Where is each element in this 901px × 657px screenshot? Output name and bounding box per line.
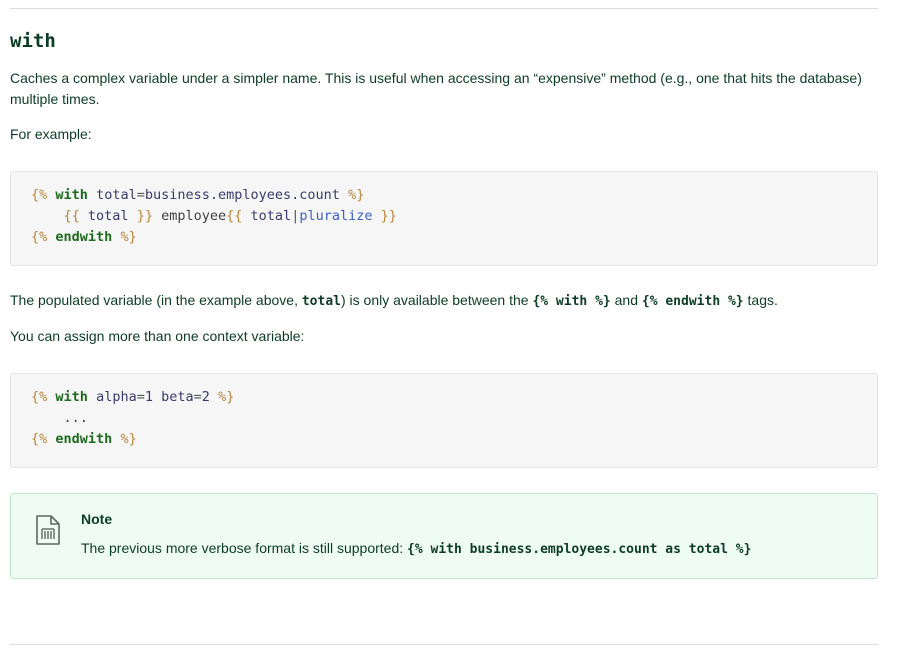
value-2: 2 xyxy=(201,389,210,405)
bottom-divider xyxy=(10,644,878,645)
populated-text-2: ) is only available between the xyxy=(341,292,533,308)
populated-text-4: tags. xyxy=(743,292,778,308)
equals-op: = xyxy=(136,187,145,203)
var-open-2: {{ xyxy=(226,208,243,224)
var-alpha: alpha xyxy=(96,389,137,405)
code-line-1: {% with total=business.employees.count %… xyxy=(31,185,364,206)
var-close-2: }} xyxy=(380,208,397,224)
note-admonition: Note The previous more verbose format is… xyxy=(10,493,878,579)
tag-close: %} xyxy=(120,431,137,447)
tag-open: {% xyxy=(31,187,48,203)
var-beta: beta xyxy=(161,389,194,405)
inline-code-total: total xyxy=(301,294,341,309)
note-inline-code: {% with business.employees.count as tota… xyxy=(407,542,752,557)
inline-code-endwith: {% endwith %} xyxy=(641,294,744,309)
tag-close: %} xyxy=(218,389,235,405)
code-block-multi-var: {% with alpha=1 beta=2 %} ... {% endwith… xyxy=(10,373,878,468)
populated-text-1: The populated variable (in the example a… xyxy=(10,292,302,308)
code-line-2: {{ total }} employee{{ total|pluralize }… xyxy=(31,206,397,227)
populated-paragraph: The populated variable (in the example a… xyxy=(10,290,878,312)
tag-close: %} xyxy=(120,229,137,245)
top-divider xyxy=(10,8,878,9)
note-text: The previous more verbose format is stil… xyxy=(81,540,751,557)
var-total: total xyxy=(87,208,129,224)
inline-code-with: {% with %} xyxy=(532,294,611,309)
assign-more-text: You can assign more than one context var… xyxy=(10,328,305,344)
equals-op-2: = xyxy=(193,389,202,405)
code-line-3: {% endwith %} xyxy=(31,227,137,248)
intro-paragraph: Caches a complex variable under a simple… xyxy=(10,70,862,107)
var-total-2: total xyxy=(250,208,292,224)
ellipsis: ... xyxy=(63,410,88,426)
keyword-endwith: endwith xyxy=(55,229,113,245)
doc-section: with Caches a complex variable under a s… xyxy=(0,0,901,657)
document-note-icon xyxy=(36,515,60,545)
tag-open: {% xyxy=(31,229,48,245)
text-employee: employee xyxy=(161,208,227,224)
filter-pluralize: pluralize xyxy=(299,208,373,224)
code-line-1: {% with alpha=1 beta=2 %} xyxy=(31,387,234,408)
var-open: {{ xyxy=(63,208,80,224)
tag-close: %} xyxy=(348,187,365,203)
note-text-body: The previous more verbose format is stil… xyxy=(81,540,408,556)
keyword-endwith: endwith xyxy=(55,431,113,447)
var-value: business.employees.count xyxy=(144,187,340,203)
tag-open: {% xyxy=(31,389,48,405)
for-example-text: For example: xyxy=(10,126,92,142)
keyword-with: with xyxy=(55,389,88,405)
var-name: total xyxy=(96,187,137,203)
section-heading: with xyxy=(10,30,56,52)
keyword-with: with xyxy=(55,187,88,203)
tag-open: {% xyxy=(31,431,48,447)
note-title: Note xyxy=(81,511,113,527)
var-close: }} xyxy=(136,208,153,224)
equals-op: = xyxy=(136,389,145,405)
code-line-3: {% endwith %} xyxy=(31,429,137,450)
code-line-2: ... xyxy=(31,408,88,429)
code-block-with-example: {% with total=business.employees.count %… xyxy=(10,171,878,266)
populated-text-3: and xyxy=(610,292,642,308)
value-1: 1 xyxy=(144,389,153,405)
